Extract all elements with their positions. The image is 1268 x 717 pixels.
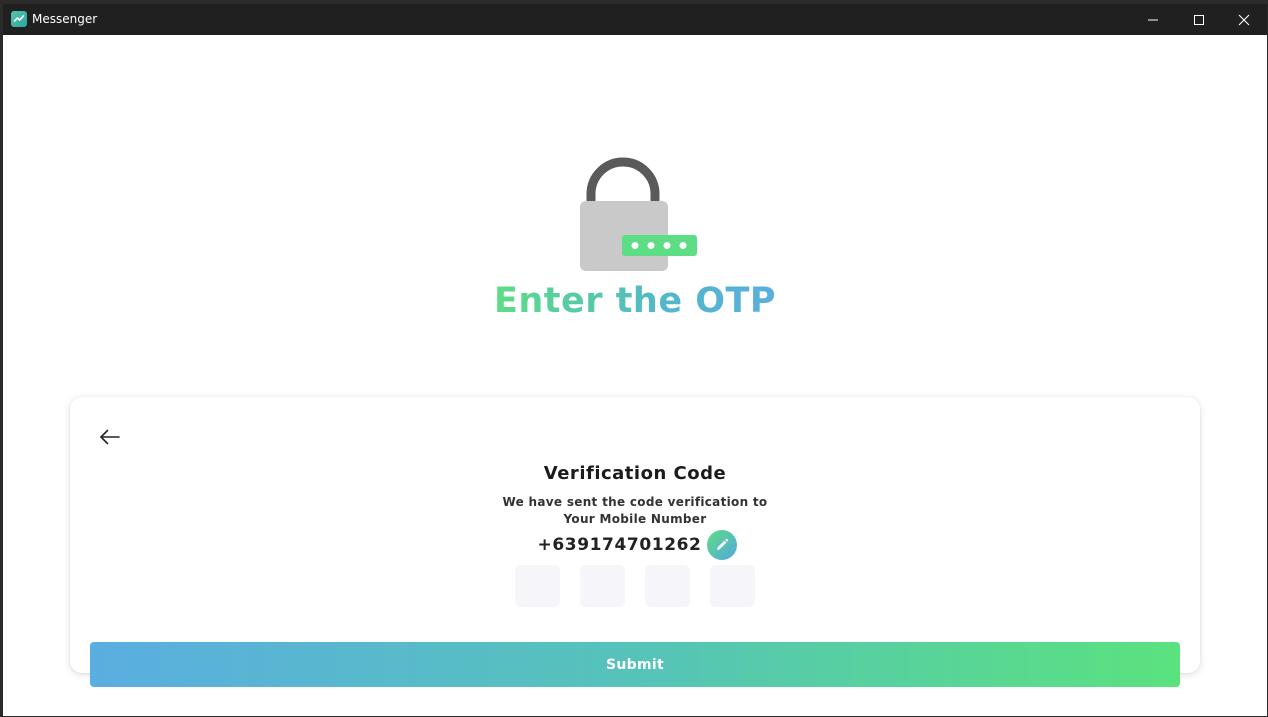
app-window: Messenger Enter the OTP Verification Cod…	[3, 4, 1267, 716]
minimize-button[interactable]	[1130, 4, 1176, 35]
verification-card: Verification Code We have sent the code …	[70, 397, 1200, 687]
lock-illustration	[577, 156, 701, 276]
maximize-button[interactable]	[1176, 4, 1222, 35]
back-button[interactable]	[94, 421, 126, 453]
title-bar: Messenger	[3, 4, 1267, 35]
phone-number: +639174701262	[537, 535, 702, 555]
verification-subtitle-line1: We have sent the code verification to	[502, 495, 768, 509]
otp-digit-4[interactable]	[710, 565, 755, 607]
verification-title: Verification Code	[543, 463, 727, 484]
pencil-icon	[716, 538, 728, 550]
submit-button[interactable]: Submit	[90, 642, 1180, 687]
page-title-text: Enter the OTP	[493, 281, 777, 321]
minimize-icon	[1148, 19, 1158, 20]
edit-phone-button[interactable]	[706, 530, 737, 560]
close-icon	[1238, 14, 1250, 25]
close-button[interactable]	[1221, 4, 1267, 35]
otp-inputs	[515, 565, 755, 607]
otp-digit-2[interactable]	[580, 565, 625, 607]
page-title: Enter the OTP	[3, 281, 1267, 321]
phone-number-row: +639174701262	[70, 530, 1200, 560]
arrow-left-icon	[100, 429, 120, 445]
maximize-icon	[1194, 14, 1204, 25]
window-title: Messenger	[32, 12, 98, 26]
verification-subtitle-line2: Your Mobile Number	[563, 512, 707, 526]
otp-screen: Enter the OTP Verification Code We have …	[3, 35, 1267, 716]
otp-digit-1[interactable]	[515, 565, 560, 607]
otp-digit-3[interactable]	[645, 565, 690, 607]
messenger-app-icon	[11, 11, 27, 27]
